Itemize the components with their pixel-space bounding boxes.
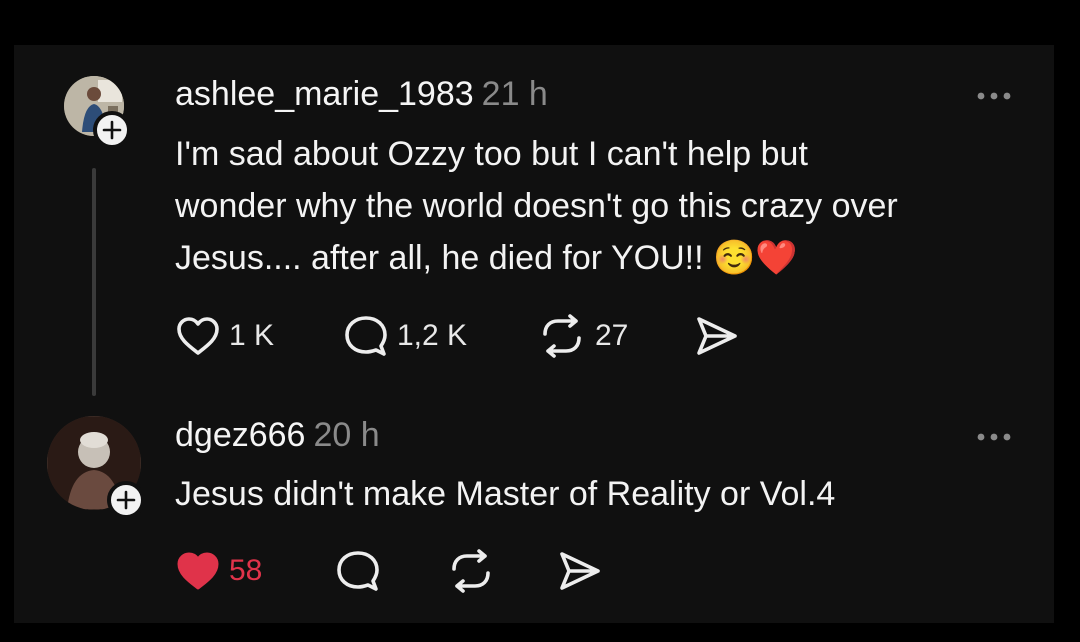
like-button[interactable]: 58 (175, 549, 262, 593)
more-icon[interactable] (976, 429, 1012, 441)
comment-header: dgez666 20 h (175, 415, 380, 455)
like-button[interactable]: 1 K (175, 314, 274, 358)
share-icon (697, 317, 737, 355)
share-button[interactable] (694, 314, 740, 358)
reply-button[interactable]: 1,2 K (343, 314, 467, 358)
timestamp: 21 h (481, 75, 548, 113)
repost-icon (452, 549, 490, 593)
comment-icon (337, 551, 379, 591)
repost-count: 27 (595, 319, 629, 352)
heart-icon (177, 552, 219, 590)
follow-button[interactable] (93, 111, 131, 149)
username[interactable]: ashlee_marie_1983 (175, 75, 474, 113)
timestamp: 20 h (313, 416, 380, 454)
comment-text: I'm sad about Ozzy too but I can't help … (175, 135, 898, 277)
reply-count: 1,2 K (397, 319, 468, 352)
like-count: 58 (229, 554, 263, 587)
share-button[interactable] (557, 549, 603, 593)
more-icon[interactable] (976, 88, 1012, 100)
comment-text: Jesus didn't make Master of Reality or V… (175, 475, 836, 513)
comment-icon (345, 316, 387, 356)
like-count: 1 K (229, 319, 275, 352)
plus-icon (116, 490, 136, 510)
heart-icon (177, 317, 219, 355)
repost-button[interactable] (446, 549, 496, 593)
comment-header: ashlee_marie_1983 21 h (175, 74, 548, 114)
repost-button[interactable]: 27 (537, 314, 628, 358)
thread-line (92, 168, 96, 396)
reply-button[interactable] (335, 549, 381, 593)
follow-button[interactable] (107, 481, 145, 519)
plus-icon (102, 120, 122, 140)
username[interactable]: dgez666 (175, 416, 305, 454)
repost-icon (543, 314, 581, 358)
share-icon (560, 552, 600, 590)
